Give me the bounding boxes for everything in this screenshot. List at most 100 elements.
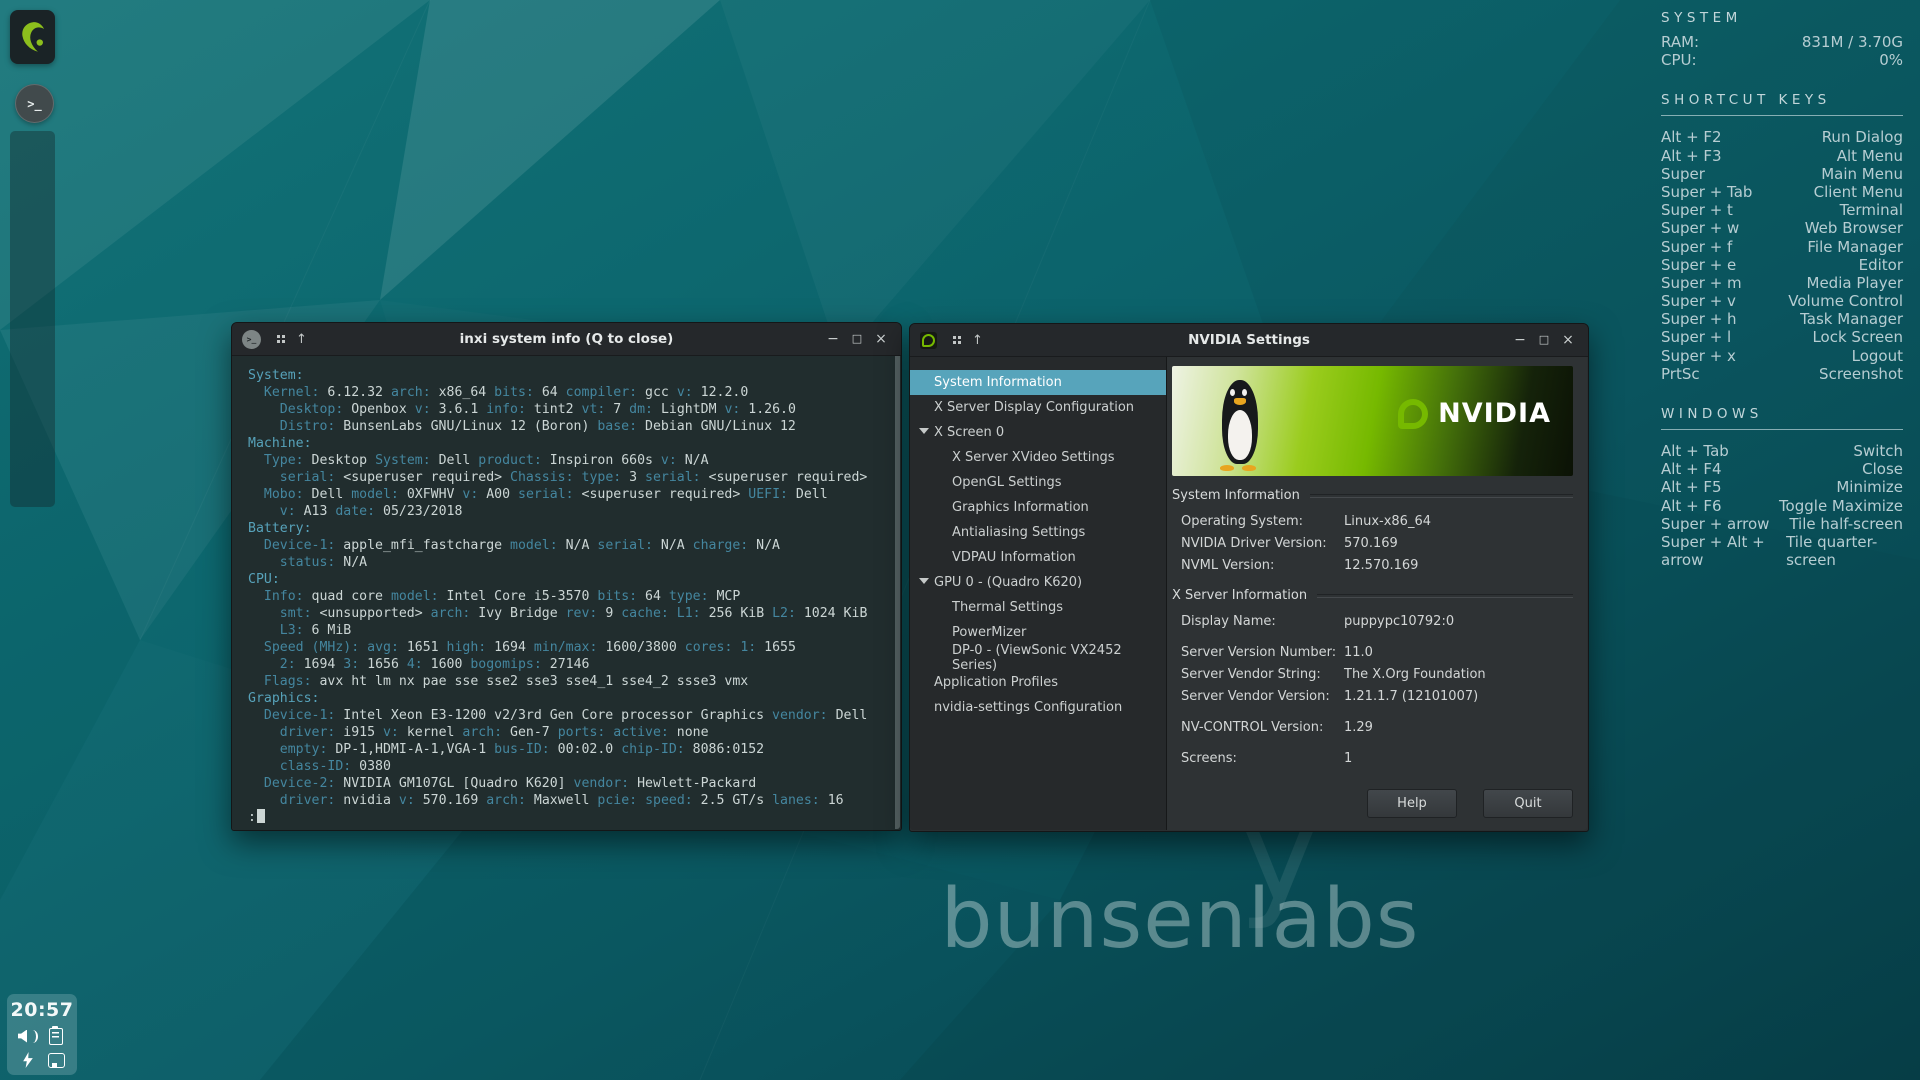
terminal-line: Mobo: Dell model: 0XFWHV v: A00 serial: … [248,486,889,503]
wallpaper-brand-text: bunsenlabs [895,872,1465,967]
maximize-button[interactable]: □ [847,324,867,354]
info-row: NV-CONTROL Version:1.29 [1172,716,1573,738]
terminal-window: >_ ↑ inxi system info (Q to close) − □ ×… [231,322,902,831]
shortcut-row: PrtScScreenshot [1661,365,1903,383]
system-stat-row: CPU:0% [1661,51,1903,69]
chevron-down-icon[interactable] [919,428,929,434]
dock-bunsenlabs-logo-icon[interactable] [10,10,55,64]
terminal-line: v: A13 date: 05/23/2018 [248,503,889,520]
info-row: Server Vendor Version:1.21.1.7 (12101007… [1172,685,1573,707]
divider [1661,115,1903,116]
conky-windows-title: WINDOWS [1661,406,1903,422]
quit-button[interactable]: Quit [1483,789,1573,818]
shortcut-row: Alt + F3Alt Menu [1661,147,1903,165]
nvidia-sidebar: System InformationX Server Display Confi… [910,357,1167,830]
sidebar-item-application-profiles[interactable]: Application Profiles [910,670,1166,695]
bunsenlabs-flame-icon [18,21,48,53]
terminal-line: smt: <unsupported> arch: Ivy Bridge rev:… [248,605,889,622]
sidebar-item-powermizer[interactable]: PowerMizer [910,620,1166,645]
terminal-line: Device-1: apple_mfi_fastcharge model: N/… [248,537,889,554]
window-shortcut-row: Alt + F5Minimize [1661,478,1903,496]
terminal-window-title: inxi system info (Q to close) [302,331,831,347]
power-icon[interactable] [17,1049,39,1071]
nvidia-banner-image: NVIDIA [1172,366,1573,476]
help-button[interactable]: Help [1367,789,1457,818]
terminal-line: Kernel: 6.12.32 arch: x86_64 bits: 64 co… [248,384,889,401]
window-menu-icon[interactable] [277,335,280,338]
sidebar-item-system-information[interactable]: System Information [910,370,1166,395]
nvidia-eye-icon [1398,399,1428,429]
window-menu-icon[interactable] [953,336,956,339]
terminal-line: Machine: [248,435,889,452]
terminal-line: Battery: [248,520,889,537]
shortcut-row: Super + eEditor [1661,256,1903,274]
window-shortcut-row: Super + arrowTile half-screen [1661,515,1903,533]
close-button[interactable]: × [871,324,891,354]
close-button[interactable]: × [1558,325,1578,355]
terminal-line: CPU: [248,571,889,588]
sidebar-item-x-server-display-configuration[interactable]: X Server Display Configuration [910,395,1166,420]
terminal-titlebar[interactable]: >_ ↑ inxi system info (Q to close) − □ × [232,323,901,356]
terminal-line: empty: DP-1,HDMI-A-1,VGA-1 bus-ID: 00:02… [248,741,889,758]
info-row: NVML Version:12.570.169 [1172,554,1573,576]
terminal-line: Distro: BunsenLabs GNU/Linux 12 (Boron) … [248,418,889,435]
terminal-line: Flags: avx ht lm nx pae sse sse2 sse3 ss… [248,673,889,690]
sidebar-item-vdpau-information[interactable]: VDPAU Information [910,545,1166,570]
terminal-scrollbar[interactable] [895,356,900,829]
terminal-line: Info: quad core model: Intel Core i5-357… [248,588,889,605]
nvidia-settings-window: ↑ NVIDIA Settings − □ × System Informati… [909,323,1589,832]
chevron-down-icon[interactable] [919,578,929,584]
dock-panel[interactable] [10,131,55,507]
shortcut-row: Super + hTask Manager [1661,310,1903,328]
terminal-line: Desktop: Openbox v: 3.6.1 info: tint2 vt… [248,401,889,418]
terminal-line: serial: <superuser required> Chassis: ty… [248,469,889,486]
conky-shortcuts-title: SHORTCUT KEYS [1661,92,1903,108]
info-row: NVIDIA Driver Version:570.169 [1172,532,1573,554]
sidebar-item-antialiasing-settings[interactable]: Antialiasing Settings [910,520,1166,545]
shade-window-icon[interactable]: ↑ [296,332,307,347]
tux-penguin-image [1218,380,1262,468]
tray-widget: 20:57 [7,994,77,1075]
maximize-button[interactable]: □ [1534,325,1554,355]
divider [1661,429,1903,430]
window-shortcut-row: Super + Alt + arrowTile quarter-screen [1661,533,1903,551]
minimize-button[interactable]: − [1510,325,1530,355]
sidebar-item-x-server-xvideo-settings[interactable]: X Server XVideo Settings [910,445,1166,470]
nvidia-titlebar[interactable]: ↑ NVIDIA Settings − □ × [910,324,1588,357]
dock-terminal-icon[interactable]: >_ [15,84,54,123]
info-row: Server Version Number:11.0 [1172,641,1573,663]
info-row: Server Vendor String:The X.Org Foundatio… [1172,663,1573,685]
network-icon[interactable] [45,1049,67,1071]
shortcut-row: Super + mMedia Player [1661,274,1903,292]
sidebar-item-graphics-information[interactable]: Graphics Information [910,495,1166,520]
sidebar-item-thermal-settings[interactable]: Thermal Settings [910,595,1166,620]
window-shortcut-row: Alt + TabSwitch [1661,442,1903,460]
volume-icon[interactable] [17,1025,39,1047]
shortcut-row: Super + fFile Manager [1661,238,1903,256]
shade-window-icon[interactable]: ↑ [972,333,983,348]
sidebar-item-x-screen-0[interactable]: X Screen 0 [910,420,1166,445]
terminal-line: status: N/A [248,554,889,571]
terminal-cursor [257,809,265,823]
sidebar-item-gpu-0-quadro-k620-[interactable]: GPU 0 - (Quadro K620) [910,570,1166,595]
window-shortcut-row: Alt + F6Toggle Maximize [1661,497,1903,515]
shortcut-row: Super + TabClient Menu [1661,183,1903,201]
conky-widget: SYSTEM RAM:831M / 3.70GCPU:0% SHORTCUT K… [1661,10,1903,574]
terminal-output: System: Kernel: 6.12.32 arch: x86_64 bit… [232,356,901,830]
nvidia-app-icon [920,332,937,349]
minimize-button[interactable]: − [823,324,843,354]
terminal-line: driver: i915 v: kernel arch: Gen-7 ports… [248,724,889,741]
conky-system-title: SYSTEM [1661,10,1903,26]
terminal-line: Device-1: Intel Xeon E3-1200 v2/3rd Gen … [248,707,889,724]
sidebar-item-nvidia-settings-configuration[interactable]: nvidia-settings Configuration [910,695,1166,720]
terminal-app-icon: >_ [242,330,261,349]
clipboard-icon[interactable] [45,1025,67,1047]
sidebar-item-opengl-settings[interactable]: OpenGL Settings [910,470,1166,495]
conky-windows-section: WINDOWS Alt + TabSwitchAlt + F4CloseAlt … [1661,406,1903,551]
info-row: Operating System:Linux-x86_64 [1172,510,1573,532]
section-header: X Server Information [1172,588,1573,603]
desktop: y bunsenlabs >_ SYSTEM RAM:831M / 3.70GC… [0,0,1920,1080]
terminal-line: 2: 1694 3: 1656 4: 1600 bogomips: 27146 [248,656,889,673]
terminal-line: Type: Desktop System: Dell product: Insp… [248,452,889,469]
sidebar-item-dp-0-viewsonic-vx2452-series-[interactable]: DP-0 - (ViewSonic VX2452 Series) [910,645,1166,670]
